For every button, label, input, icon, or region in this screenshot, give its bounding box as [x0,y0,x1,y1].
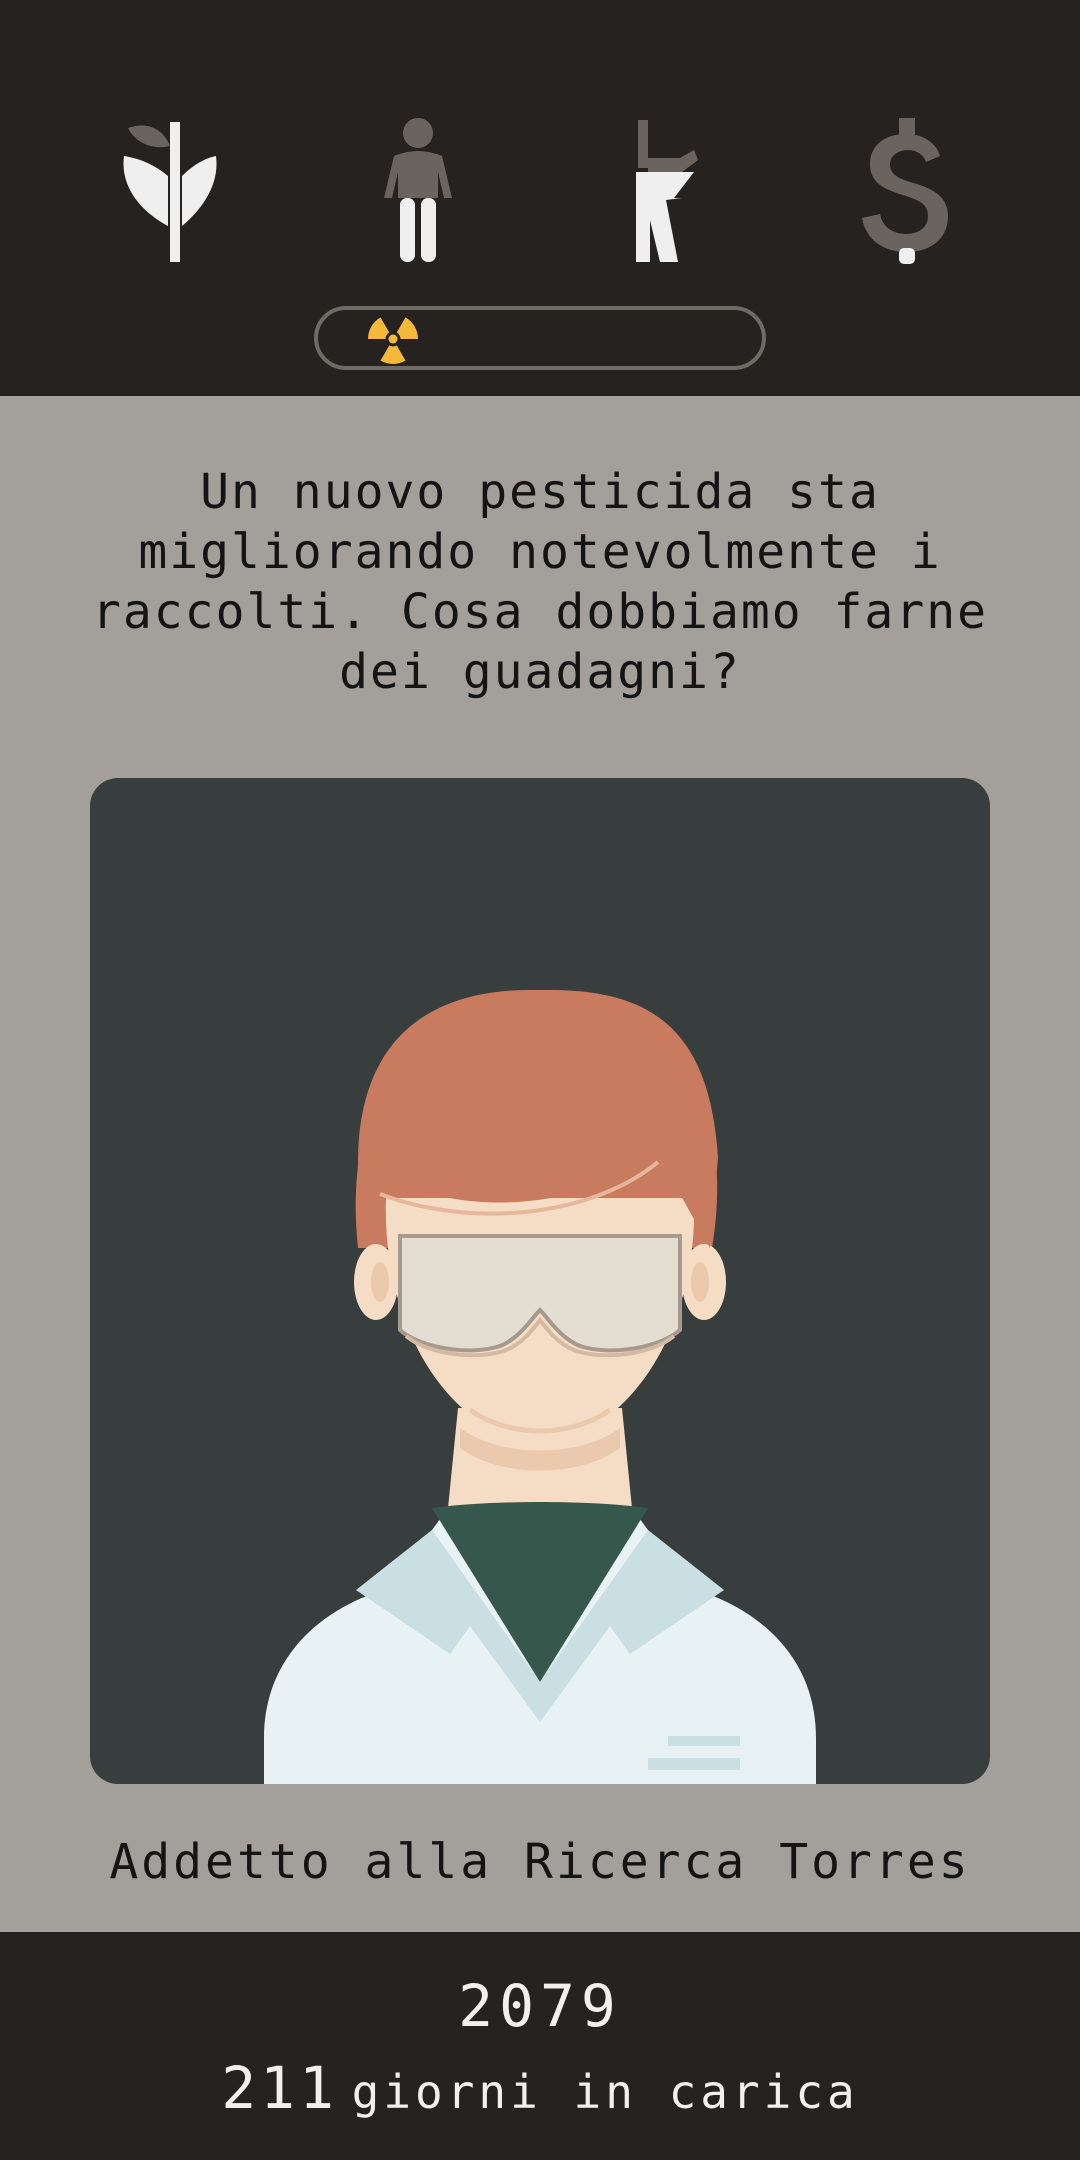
decision-card[interactable] [90,778,990,1784]
footer: 2079 211 giorni in carica [0,1932,1080,2160]
days-label: giorni in carica [351,2065,859,2119]
year-label: 2079 [458,1972,622,2040]
rifle-icon [612,116,722,266]
researcher-portrait [264,990,816,1784]
stats-bar [0,0,1080,396]
character-name: Addetto alla Ricerca Torres [109,1834,971,1890]
event-question: Un nuovo pesticida sta migliorando notev… [91,464,989,700]
progress-bar [314,306,766,370]
plant-icon [120,116,230,266]
person-icon [362,116,472,266]
days-in-office: 211 giorni in carica [0,2054,1080,2122]
days-count: 211 [221,2054,338,2122]
radiation-icon [362,308,424,370]
dollar-icon [852,116,962,266]
